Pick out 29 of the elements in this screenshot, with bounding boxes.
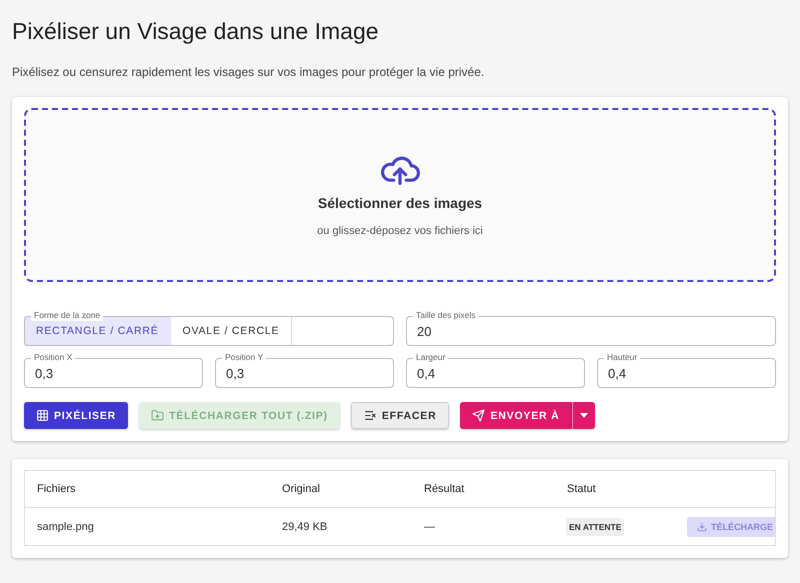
text-field[interactable]: Largeur 0,4	[406, 352, 585, 388]
clear-button[interactable]: EFFACER	[350, 402, 450, 429]
list-icon	[364, 409, 377, 422]
column-header: Fichiers	[37, 483, 77, 495]
dropzone-hint: ou glissez-déposez vos fichiers ici	[317, 225, 483, 237]
dropdown-button[interactable]	[572, 402, 595, 429]
dropzone[interactable]: Sélectionner des images ou glissez-déposez vos fichiers ici	[24, 108, 776, 282]
caret-icon	[580, 413, 588, 418]
shape-selector: Forme de la zone RECTANGLE / CARRÉ OVALE / CERCLE	[24, 310, 394, 346]
column-header: Original	[282, 483, 321, 495]
text-field[interactable]: Position X 0,3	[24, 352, 203, 388]
folder-icon	[151, 409, 164, 422]
page-subtitle: Pixélisez ou censurez rapidement les visages sur vos images pour protéger la vie privée.	[12, 65, 486, 79]
column-header: Résultat	[424, 483, 466, 495]
column-header: Statut	[567, 483, 597, 495]
grid-icon	[36, 409, 49, 422]
page-title: Pixéliser un Visage dans une Image	[12, 18, 380, 45]
status-label: EN ATTENTE	[566, 518, 624, 536]
text-field[interactable]: Taille des pixels 20	[406, 310, 776, 346]
text-field[interactable]: Hauteur 0,4	[597, 352, 776, 388]
send-button[interactable]: ENVOYER À	[460, 402, 572, 429]
table-cell-text: 29,49 KB	[282, 520, 328, 532]
table-cell-text: —	[424, 520, 436, 532]
download-icon	[697, 522, 707, 532]
table-cell-text: sample.png	[37, 520, 95, 532]
send-icon	[472, 409, 486, 422]
dropzone-title: Sélectionner des images	[318, 195, 482, 211]
pixelate-button[interactable]: PIXÉLISER	[24, 402, 128, 429]
text-field[interactable]: Position Y 0,3	[215, 352, 394, 388]
